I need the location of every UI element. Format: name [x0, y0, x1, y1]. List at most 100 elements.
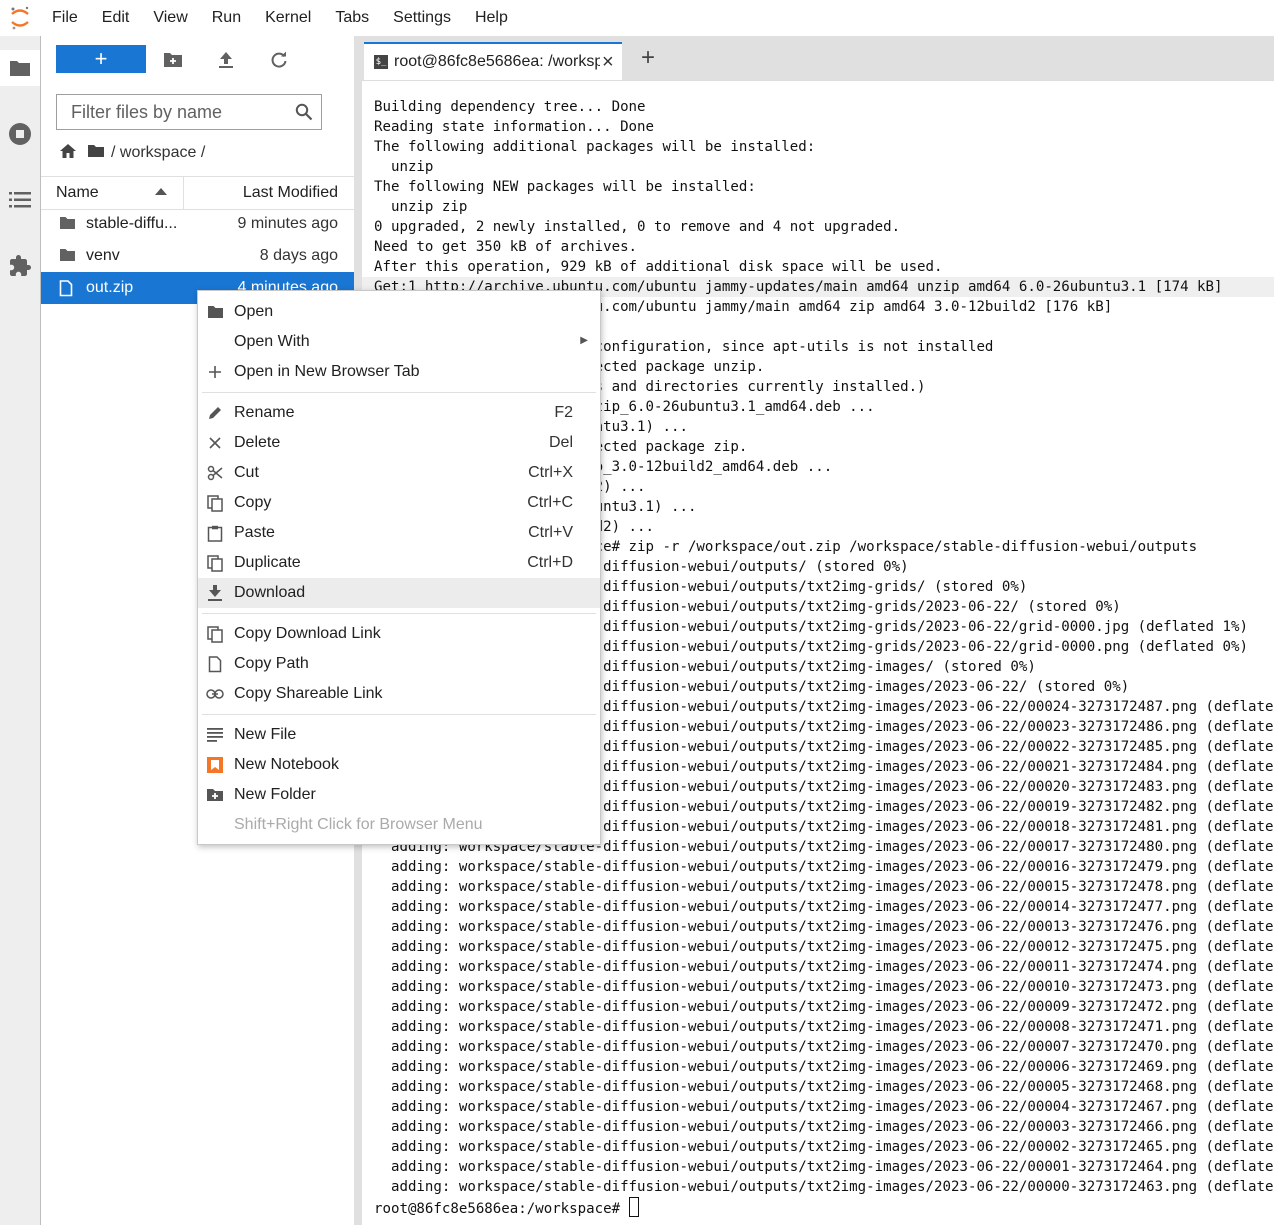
column-name-header[interactable]: Name — [56, 184, 168, 202]
terminal-line: adding: workspace/stable-diffusion-webui… — [374, 1099, 1274, 1115]
filter-files-field[interactable] — [56, 94, 322, 130]
breadcrumb: / workspace / — [59, 140, 205, 166]
pencil-icon — [206, 404, 224, 422]
new-folder-icon[interactable] — [159, 46, 187, 74]
menu-item-delete[interactable]: Delete Del — [198, 428, 600, 458]
terminal-line: adding: workspace/stable-diffusion-webui… — [374, 879, 1274, 895]
tab-bar: $_ root@86fc8e5686ea: /workspace × + — [362, 36, 1274, 80]
paste-icon — [206, 524, 224, 542]
terminal-line: adding: workspace/stable-diffusion-webui… — [374, 999, 1274, 1015]
menu-item-shortcut: F2 — [554, 404, 573, 421]
toc-icon[interactable] — [0, 182, 40, 218]
file-modified: 8 days ago — [259, 247, 338, 264]
file-icon — [206, 655, 224, 673]
menu-item-label: Copy Path — [234, 655, 309, 672]
menu-separator — [202, 392, 596, 393]
menu-item-copy-shareable-link[interactable]: Copy Shareable Link — [198, 679, 600, 709]
copy-icon — [206, 494, 224, 512]
jupyter-logo-icon — [0, 0, 40, 36]
terminal-line: adding: workspace/stable-diffusion-webui… — [374, 979, 1274, 995]
breadcrumb-folder-icon[interactable] — [87, 144, 105, 163]
menu-item-label: Copy Shareable Link — [234, 685, 383, 702]
link-icon — [206, 685, 224, 703]
menu-file[interactable]: File — [40, 0, 90, 36]
extension-icon[interactable] — [0, 248, 40, 284]
menu-separator — [202, 714, 596, 715]
menu-item-new-folder[interactable]: New Folder — [198, 780, 600, 810]
folder-icon — [59, 248, 76, 267]
terminal-line: adding: workspace/stable-diffusion-webui… — [374, 1119, 1274, 1135]
close-icon — [206, 434, 224, 452]
terminal-line: adding: workspace/stable-diffusion-webui… — [374, 919, 1274, 935]
menu-edit[interactable]: Edit — [90, 0, 142, 36]
new-launcher-label: + — [94, 46, 108, 71]
menu-item-open[interactable]: Open — [198, 297, 600, 327]
new-launcher-button[interactable]: + — [56, 45, 146, 73]
terminal-line: Need to get 350 kB of archives. — [374, 239, 638, 255]
menu-item-shortcut: Ctrl+C — [527, 494, 573, 511]
menu-item-cut[interactable]: Cut Ctrl+X — [198, 458, 600, 488]
menu-tabs[interactable]: Tabs — [323, 0, 381, 36]
menu-run[interactable]: Run — [200, 0, 253, 36]
running-icon[interactable] — [0, 116, 40, 152]
menu-item-duplicate[interactable]: Duplicate Ctrl+D — [198, 548, 600, 578]
menu-view[interactable]: View — [141, 0, 199, 36]
menu-item-label: Cut — [234, 464, 259, 481]
menu-kernel[interactable]: Kernel — [253, 0, 323, 36]
menu-item-open-with[interactable]: Open With ▶ — [198, 327, 600, 357]
column-modified-header[interactable]: Last Modified — [243, 184, 338, 202]
add-tab-button[interactable]: + — [632, 42, 664, 74]
menu-item-new-notebook[interactable]: New Notebook — [198, 750, 600, 780]
terminal-prompt-line: root@86fc8e5686ea:/workspace# — [374, 1197, 1274, 1219]
file-row[interactable]: stable-diffu... 9 minutes ago — [41, 208, 354, 240]
menu-item-label: Delete — [234, 434, 281, 451]
menu-item-shortcut: Ctrl+D — [527, 554, 573, 571]
file-name: venv — [86, 247, 120, 264]
menu-item-copy[interactable]: Copy Ctrl+C — [198, 488, 600, 518]
tab-terminal[interactable]: $_ root@86fc8e5686ea: /workspace × — [364, 42, 622, 80]
file-row[interactable]: venv 8 days ago — [41, 240, 354, 272]
sort-ascending-icon — [155, 188, 168, 195]
refresh-icon[interactable] — [265, 46, 293, 74]
close-tab-icon[interactable]: × — [602, 51, 614, 74]
terminal-line: After this operation, 929 kB of addition… — [374, 259, 943, 275]
folder-icon[interactable] — [0, 50, 40, 86]
column-divider[interactable] — [183, 177, 184, 209]
terminal-line: adding: workspace/stable-diffusion-webui… — [374, 859, 1274, 875]
menu-bar: File Edit View Run Kernel Tabs Settings Help — [0, 0, 1274, 36]
submenu-arrow-icon: ▶ — [580, 335, 588, 346]
menu-item-shortcut: Ctrl+V — [528, 524, 573, 541]
terminal-line: The following additional packages will b… — [374, 139, 816, 155]
upload-icon[interactable] — [212, 46, 240, 74]
copy-icon — [206, 625, 224, 643]
file-icon — [59, 280, 73, 302]
menu-item-copy-download-link[interactable]: Copy Download Link — [198, 619, 600, 649]
home-icon[interactable] — [59, 143, 77, 164]
new-folder-icon — [206, 786, 224, 804]
menu-help[interactable]: Help — [463, 0, 520, 36]
filter-files-input[interactable] — [69, 100, 288, 124]
terminal-cursor — [628, 1197, 639, 1217]
menu-settings[interactable]: Settings — [381, 0, 463, 36]
menu-item-copy-path[interactable]: Copy Path — [198, 649, 600, 679]
menu-item-download[interactable]: Download — [198, 578, 600, 608]
folder-icon — [206, 303, 224, 321]
terminal-line: Reading state information... Done — [374, 119, 655, 135]
terminal-line: adding: workspace/stable-diffusion-webui… — [374, 1159, 1274, 1175]
terminal-icon: $_ — [374, 55, 388, 69]
menu-item-label: New Folder — [234, 786, 316, 803]
terminal-line: adding: workspace/stable-diffusion-webui… — [374, 1019, 1274, 1035]
menu-item-paste[interactable]: Paste Ctrl+V — [198, 518, 600, 548]
menu-item-open-in-new-browser-tab[interactable]: Open in New Browser Tab — [198, 357, 600, 387]
scissors-icon — [206, 464, 224, 482]
menu-item-rename[interactable]: Rename F2 — [198, 398, 600, 428]
file-name: stable-diffu... — [86, 215, 178, 232]
menu-item-new-file[interactable]: New File — [198, 720, 600, 750]
menu-item-shortcut: Ctrl+X — [528, 464, 573, 481]
breadcrumb-path[interactable]: / workspace / — [111, 144, 205, 162]
column-name-label: Name — [56, 184, 99, 201]
file-list-header: Name Last Modified — [41, 176, 354, 210]
file-context-menu: Open Open With ▶ Open in New Browser Tab Ren… — [197, 290, 601, 845]
copy-icon — [206, 554, 224, 572]
terminal-line: adding: workspace/stable-diffusion-webui… — [374, 1139, 1274, 1155]
